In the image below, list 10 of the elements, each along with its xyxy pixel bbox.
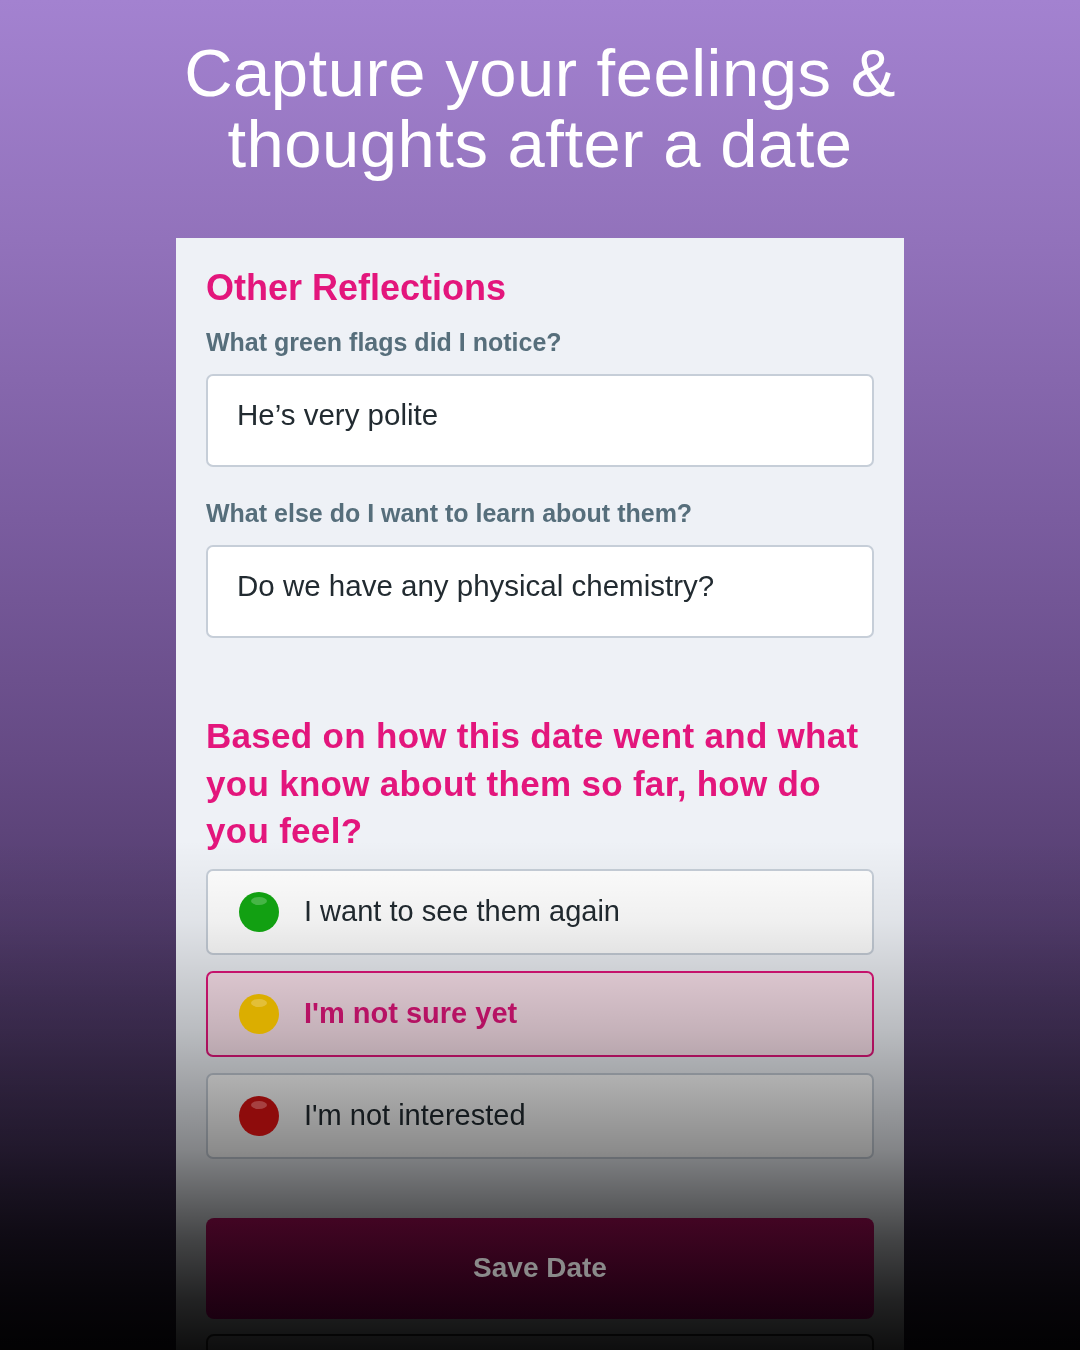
- feeling-question: Based on how this date went and what you know about them so far, how do you feel?: [206, 715, 860, 852]
- feeling-option[interactable]: I want to see them again: [206, 868, 874, 955]
- headline: Capture your feelings & thoughts after a date: [183, 37, 897, 179]
- question-label: What green flags did I notice?: [206, 327, 563, 357]
- question-label: What else do I want to learn about them?: [206, 498, 694, 528]
- answer-field[interactable]: He’s very polite: [206, 374, 874, 467]
- answer-field[interactable]: Do we have any physical chemistry?: [206, 545, 874, 638]
- feeling-option[interactable]: I'm not interested: [206, 1072, 874, 1159]
- section-title: Other Reflections: [206, 268, 508, 308]
- save-button[interactable]: Save Date: [206, 1217, 874, 1319]
